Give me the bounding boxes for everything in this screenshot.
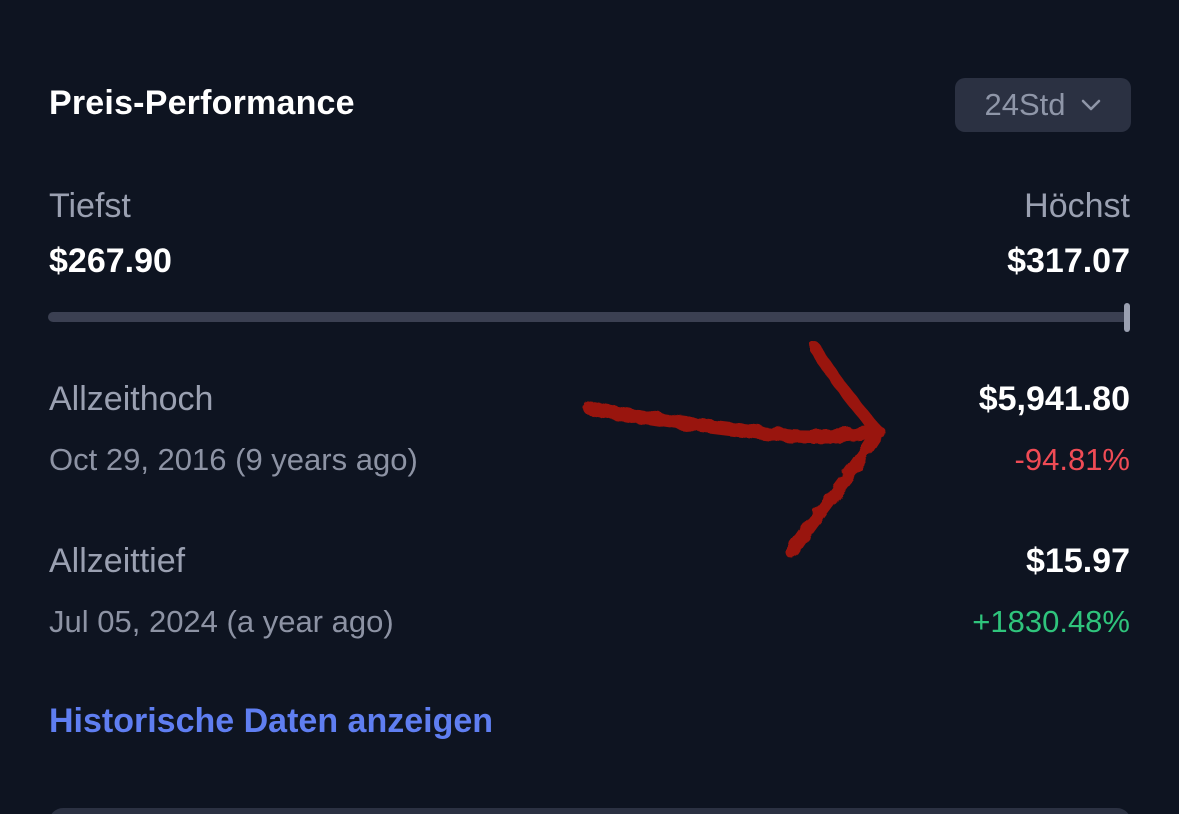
- all-time-high-value: $5,941.80: [978, 380, 1130, 418]
- historical-data-link[interactable]: Historische Daten anzeigen: [49, 702, 493, 741]
- all-time-high-label: Allzeithoch: [49, 380, 214, 418]
- high-value: $317.07: [1007, 242, 1130, 280]
- low-label: Tiefst: [49, 187, 131, 225]
- all-time-low-date: Jul 05, 2024 (a year ago): [49, 604, 394, 639]
- all-time-low-value: $15.97: [1026, 542, 1130, 580]
- price-performance-panel: Preis-Performance 24Std Tiefst Höchst $2…: [0, 0, 1179, 814]
- section-title: Preis-Performance: [49, 84, 355, 122]
- price-range-bar: [48, 312, 1130, 322]
- time-range-dropdown[interactable]: 24Std: [955, 78, 1131, 132]
- current-price-marker: [1124, 303, 1130, 332]
- all-time-low-label: Allzeittief: [49, 542, 186, 580]
- next-card-edge: [49, 808, 1131, 814]
- low-value: $267.90: [49, 242, 172, 280]
- time-range-value: 24Std: [984, 87, 1066, 122]
- all-time-high-date: Oct 29, 2016 (9 years ago): [49, 442, 418, 477]
- chevron-down-icon: [1080, 98, 1102, 112]
- all-time-high-change: -94.81%: [1014, 442, 1130, 477]
- high-label: Höchst: [1024, 187, 1130, 225]
- all-time-low-change: +1830.48%: [972, 604, 1130, 639]
